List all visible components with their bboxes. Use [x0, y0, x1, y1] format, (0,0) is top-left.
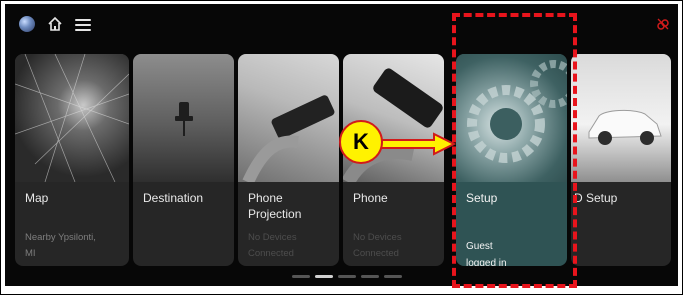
map-pin-graphic [175, 102, 193, 136]
gear-icon [467, 60, 567, 163]
card-phone-projection[interactable]: Phone Projection No Devices Connected [238, 54, 339, 266]
card-d-setup[interactable]: D Setup [571, 54, 671, 266]
callout-marker: K [339, 120, 383, 164]
connectivity-off-icon [657, 18, 669, 30]
car-icon [588, 109, 662, 145]
city-lights-graphic [15, 54, 129, 183]
card-d-setup-title: D Setup [574, 191, 618, 205]
phone-graphic [242, 95, 335, 185]
pin-image [133, 54, 234, 182]
card-setup-title: Setup [466, 191, 498, 205]
card-destination-title: Destination [143, 191, 204, 205]
card-phone-projection-title: Phone Projection [248, 191, 302, 221]
card-map-title: Map [25, 191, 49, 205]
card-setup[interactable]: Setup Guest logged in [456, 54, 567, 266]
callout-arrow-icon [378, 132, 457, 156]
card-map-subtitle: Nearby Ypsilonti, MI [25, 232, 96, 259]
globe-icon[interactable] [19, 16, 35, 32]
card-destination[interactable]: Destination [133, 54, 234, 266]
pager-dot[interactable] [338, 275, 356, 278]
suv-image [571, 54, 671, 182]
pager-dot[interactable] [292, 275, 310, 278]
card-map[interactable]: Map Nearby Ypsilonti, MI [15, 54, 129, 266]
pager-dot-active[interactable] [315, 275, 333, 278]
city-aerial-image [15, 54, 129, 183]
card-phone-subtitle: No Devices Connected [353, 232, 402, 259]
gears-image [456, 54, 567, 182]
pager-dot[interactable] [361, 275, 379, 278]
hand-phone-image [238, 54, 339, 185]
card-phone-projection-subtitle: No Devices Connected [248, 232, 297, 259]
menu-icon[interactable] [75, 16, 91, 32]
card-setup-subtitle: Guest logged in [466, 241, 507, 266]
pager-dot[interactable] [384, 275, 402, 278]
home-icon[interactable] [47, 16, 63, 32]
card-phone-title: Phone [353, 191, 388, 205]
